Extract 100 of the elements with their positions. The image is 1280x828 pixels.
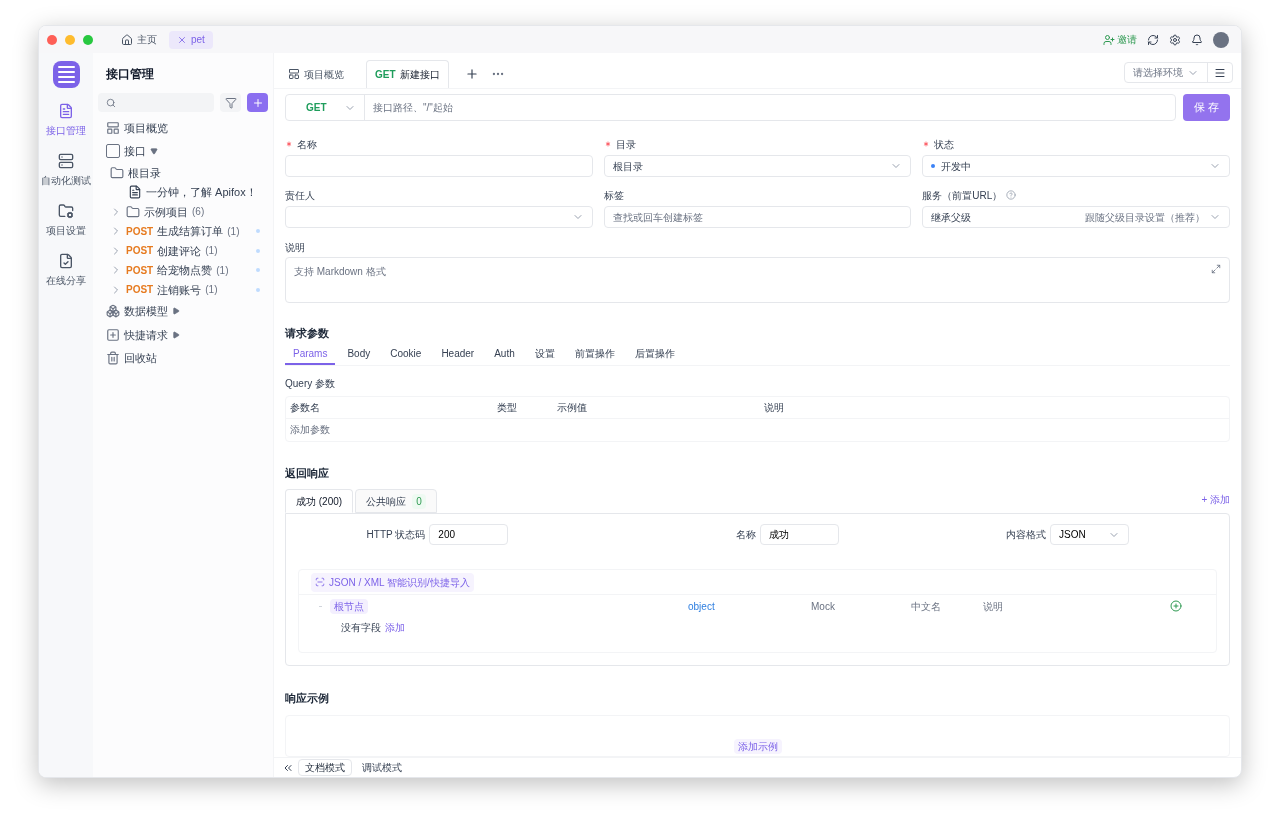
- document-icon: [58, 103, 74, 119]
- filter-button[interactable]: [220, 93, 242, 112]
- nav-item[interactable]: 接口管理: [46, 103, 86, 138]
- layout-icon: [288, 68, 300, 80]
- cubes-icon: [106, 304, 120, 319]
- search-field[interactable]: [98, 93, 215, 112]
- refresh-icon[interactable]: [1147, 33, 1159, 46]
- tree-item[interactable]: 项目概览: [98, 116, 268, 140]
- item-label: 一分钟，了解 Apifox！: [146, 185, 257, 200]
- user-plus-icon: [1103, 33, 1115, 46]
- request-tab[interactable]: 前置操作: [566, 345, 623, 365]
- select-field[interactable]: [285, 206, 593, 228]
- item-label: 给宠物点赞: [157, 263, 213, 278]
- add-button[interactable]: [247, 93, 268, 112]
- chinese-name-input[interactable]: 中文名: [911, 598, 973, 614]
- folder-icon: [126, 204, 140, 219]
- request-tab[interactable]: Cookie: [382, 345, 430, 365]
- expand-icon[interactable]: [1211, 264, 1221, 274]
- api-box-icon: [106, 144, 120, 159]
- item-count: (1): [205, 283, 218, 298]
- window-tab[interactable]: 主页: [113, 30, 165, 49]
- status-code-input[interactable]: 200: [429, 524, 509, 545]
- service-value: 继承父级: [931, 210, 972, 225]
- tree-item[interactable]: POST 给宠物点赞 (1): [98, 260, 268, 280]
- path-input[interactable]: 接口路径、"/"起始: [365, 100, 1175, 115]
- request-tab[interactable]: Auth: [486, 345, 523, 365]
- service-select[interactable]: 继承父级 跟随父级目录设置（推荐）: [922, 206, 1230, 228]
- add-tab-icon[interactable]: [464, 67, 479, 81]
- add-circle-icon[interactable]: [1170, 600, 1182, 612]
- column-header: 说明: [764, 400, 785, 415]
- type-label: object: [688, 599, 716, 614]
- document-check-icon: [58, 253, 74, 269]
- tree-item[interactable]: 快捷请求: [98, 323, 268, 347]
- item-label: 回收站: [124, 351, 157, 366]
- tree-item[interactable]: POST 注销账号 (1): [98, 280, 268, 300]
- empty-message: 没有字段: [341, 620, 381, 635]
- description-textarea[interactable]: 支持 Markdown 格式: [285, 257, 1230, 303]
- name-input[interactable]: 成功: [759, 524, 839, 545]
- nav-item[interactable]: 项目设置: [46, 203, 86, 238]
- item-label: 快捷请求: [124, 327, 168, 343]
- add-param-hint[interactable]: 添加参数: [290, 422, 330, 437]
- tree-item[interactable]: POST 生成结算订单 (1): [98, 221, 268, 241]
- tree-item[interactable]: 回收站: [98, 346, 268, 370]
- tree-item[interactable]: POST 创建评论 (1): [98, 241, 268, 261]
- editor-tab[interactable]: 项目概览: [282, 60, 350, 88]
- description-input[interactable]: 说明: [983, 598, 1103, 614]
- mode-tab[interactable]: 调试模式: [356, 760, 408, 775]
- response-tab[interactable]: 成功 (200): [285, 489, 354, 513]
- tree-item[interactable]: 数据模型: [98, 299, 268, 323]
- method-label: POST: [126, 224, 154, 239]
- item-count: (1): [216, 263, 229, 278]
- field-label: 标签: [603, 188, 624, 203]
- close-window-icon[interactable]: [47, 34, 57, 45]
- request-tab[interactable]: Body: [339, 345, 379, 365]
- tree-item[interactable]: 一分钟，了解 Apifox！: [98, 182, 268, 202]
- markdown-doc-icon: [128, 185, 142, 200]
- invite-button[interactable]: 邀请: [1103, 32, 1137, 47]
- add-link[interactable]: + 添加: [1201, 492, 1230, 507]
- format-select[interactable]: JSON: [1050, 524, 1129, 545]
- item-label: 项目概览: [124, 120, 168, 136]
- section-title: 响应示例: [285, 691, 330, 706]
- field-label: 状态: [934, 137, 955, 152]
- nav-item[interactable]: 自动化测试: [41, 153, 91, 188]
- plus-square-icon: [106, 327, 120, 342]
- menu-icon[interactable]: [1214, 66, 1226, 79]
- item-count: (6): [192, 205, 205, 220]
- column-header: 类型: [497, 400, 518, 415]
- settings-icon[interactable]: [1169, 33, 1181, 46]
- maximize-window-icon[interactable]: [83, 34, 93, 45]
- save-button[interactable]: 保 存: [1183, 94, 1230, 121]
- bell-icon[interactable]: [1191, 33, 1203, 46]
- response-tab[interactable]: 公共响应 0: [355, 489, 437, 513]
- item-label: 接口: [124, 144, 146, 159]
- import-button[interactable]: JSON / XML 智能识别/快捷导入: [311, 572, 474, 592]
- item-count: (1): [227, 224, 240, 239]
- request-tab[interactable]: 设置: [526, 345, 563, 365]
- editor-tab[interactable]: GET 新建接口: [366, 60, 449, 88]
- add-example-button[interactable]: 添加示例: [733, 739, 782, 754]
- mode-tab[interactable]: 文档模式: [298, 759, 352, 776]
- status-select[interactable]: 开发中: [922, 155, 1230, 177]
- section-title: 请求参数: [285, 326, 330, 341]
- request-tab[interactable]: 后置操作: [626, 345, 683, 365]
- name-input[interactable]: [285, 155, 593, 177]
- add-field-link[interactable]: 添加: [385, 619, 405, 635]
- nav-item[interactable]: 在线分享: [46, 253, 86, 288]
- request-tab[interactable]: Params: [285, 345, 336, 365]
- avatar[interactable]: [1213, 31, 1229, 48]
- window-tab[interactable]: pet: [169, 30, 213, 49]
- tree-item[interactable]: 接口: [98, 139, 268, 163]
- field-label: 说明: [285, 241, 306, 252]
- select-field[interactable]: 根目录: [603, 155, 912, 177]
- item-label: 示例项目: [144, 204, 188, 220]
- status-value: 开发中: [941, 159, 972, 174]
- tree-item[interactable]: 示例项目 (6): [98, 202, 268, 222]
- field-label: 责任人: [285, 188, 315, 203]
- request-tab[interactable]: Header: [433, 345, 483, 365]
- search-icon: [106, 97, 116, 108]
- tree-item[interactable]: 根目录: [98, 163, 268, 183]
- mock-input[interactable]: Mock: [811, 598, 901, 614]
- tags-input[interactable]: 查找或回车创建标签: [603, 206, 912, 228]
